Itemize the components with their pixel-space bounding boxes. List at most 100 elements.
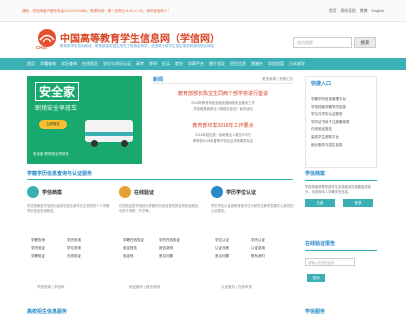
bus-illustration: [85, 120, 133, 142]
news-summary-line[interactable]: 2018年教育系统全面加强网络安全建设工作: [153, 100, 293, 105]
admissions-section-title: 高校招生信息服务: [27, 309, 68, 315]
top-link-home[interactable]: 首页: [329, 9, 337, 13]
nav-item-gangaotai[interactable]: 港澳台: [251, 61, 263, 67]
service-link[interactable]: 学籍验证: [31, 254, 67, 259]
nav-item-image-verify[interactable]: 图片验证: [209, 61, 225, 67]
search-input[interactable]: 站内搜索: [293, 37, 352, 48]
service-link[interactable]: 学历验证: [31, 246, 67, 251]
files-buttons: 注册 登录: [305, 199, 377, 208]
bus-wheel-icon: [121, 140, 128, 147]
quick-entry-item[interactable]: 高校学生资助平台: [311, 135, 350, 143]
service-link[interactable]: 常见问题: [159, 254, 195, 259]
register-button[interactable]: 注册: [305, 199, 335, 208]
service-link[interactable]: 学位认证: [215, 238, 251, 243]
top-link-english[interactable]: English: [372, 9, 384, 13]
top-link-weibo[interactable]: 微博: [360, 9, 368, 13]
nav-item-zhengbing[interactable]: 征兵: [162, 61, 170, 67]
service-link[interactable]: 学位查询: [67, 246, 103, 251]
quick-entry-item[interactable]: 学位与学历认证服务: [311, 112, 350, 120]
search-button[interactable]: 搜索: [354, 37, 376, 48]
nav-item-xueli[interactable]: 学历查询: [61, 61, 77, 67]
notice-text: 通知：学信网客户服务电话010-67410388，受理时间：周一至周五 8:30…: [22, 9, 171, 13]
service-links: 学籍查询 学历查询 学历验证 学位查询 学籍验证 在线验证: [31, 238, 103, 259]
service-link[interactable]: 学籍在线验证: [123, 238, 159, 243]
quick-entry-item[interactable]: 在线验证报告: [311, 127, 350, 135]
nav-item-cert[interactable]: 学位与学历认证: [103, 61, 131, 67]
service-links: 学籍在线验证 学历在线验证 验证报告 报告说明 验证码 常见问题: [123, 238, 195, 259]
service-link[interactable]: 学历查询: [67, 238, 103, 243]
service-link[interactable]: 学历在线验证: [159, 238, 195, 243]
service-link[interactable]: 学历认证: [251, 238, 287, 243]
logo-text: CHSI: [36, 45, 47, 50]
news-headline-2[interactable]: 教育部印发2018年工作要点: [153, 122, 293, 129]
service-link[interactable]: 认证流程: [215, 246, 251, 251]
quick-entry-item[interactable]: 就业服务与招生信息: [311, 143, 350, 151]
news-summary-line[interactable]: 学信网受邀参加《网络安全法》宣传活动: [153, 106, 293, 111]
service-title[interactable]: 在线验证: [134, 189, 154, 196]
online-verify-title: 在线验证报告: [305, 241, 336, 247]
banner-title: 安全家: [35, 82, 80, 101]
verify-query-button[interactable]: 查询: [307, 274, 325, 282]
files-divider: [305, 180, 377, 181]
banner-subtitle: 职场安全早班车: [35, 106, 78, 112]
online-verify-panel: 在线验证报告 请输入在线验证码 查询: [305, 240, 377, 304]
site-title: 中国高等教育学生信息网（学信网）: [60, 34, 220, 45]
service-desc: 学历学位认证是教育部学位与研究生教育发展中心提供的认证服务。: [211, 204, 294, 213]
promo-banner[interactable]: 安全家 职场安全早班车 立即报名 安全家 职场安全早班车: [27, 76, 142, 164]
news-headline[interactable]: 教育部部长陈宝生同两个部学校进行座谈: [153, 90, 293, 97]
nav-item-zhaosheng[interactable]: 招生信息: [230, 61, 246, 67]
nav-item-japan[interactable]: 日本留学: [289, 61, 305, 67]
nav-item-gaokao[interactable]: 高考: [136, 61, 144, 67]
service-title[interactable]: 学信档案: [42, 189, 62, 196]
service-links: 学位认证 学历认证 认证流程 认证费用 常见问题 联系我们: [215, 238, 287, 259]
service-link[interactable]: 认证费用: [251, 246, 287, 251]
service-column-dangan: 学信档案 学信档案是学信网为高校在校生和毕业生提供的个人学籍学历信息查询服务。 …: [27, 186, 113, 296]
online-divider: [305, 250, 377, 251]
news-title: 新闻: [153, 77, 164, 83]
news-panel: 新闻 更多新闻 | 专题汇总 教育部部长陈宝生同两个部学校进行座谈 2018年教…: [153, 76, 293, 176]
nav-item-verify[interactable]: 在线验证: [82, 61, 98, 67]
nav-item-xueji[interactable]: 学籍查询: [40, 61, 56, 67]
service-link[interactable]: 联系我们: [251, 254, 287, 259]
service-link[interactable]: 报告说明: [159, 246, 195, 251]
files-panel: 学信档案 学信档案是教育部学生信息服务的重要组成部分，可查询本人学籍学历信息。 …: [305, 170, 377, 234]
service-footer[interactable]: 认证服务 | 在线申请: [221, 285, 252, 290]
service-column-verify: 在线验证 在线验证是学信网为学籍学历信息提供的在线验证服务，可用于求职、升学等。…: [119, 186, 205, 296]
service-link[interactable]: 在线验证: [67, 254, 103, 259]
top-link-sitemap[interactable]: 网站导航: [341, 9, 356, 13]
service-title[interactable]: 学历学位认证: [226, 189, 256, 196]
services-title: 学籍学历信息查询与认证服务: [27, 171, 93, 177]
service-link[interactable]: 常见问题: [215, 254, 251, 259]
quick-entry-item[interactable]: 学籍学历信息管理平台: [311, 97, 350, 105]
service-link[interactable]: 验证报告: [123, 246, 159, 251]
news-summary-line[interactable]: 教育部2018年春季开学后召开新闻发布会: [153, 138, 293, 143]
nav-item-xuezhi[interactable]: 学职平台: [188, 61, 204, 67]
banner-footer: 安全家 职场安全早班车: [33, 152, 69, 156]
nav-item-kaoyan[interactable]: 考研: [149, 61, 157, 67]
service-desc: 在线验证是学信网为学籍学历信息提供的在线验证服务，可用于求职、升学等。: [119, 204, 202, 213]
service-footer[interactable]: 学信档案 | 学信网: [37, 285, 64, 290]
news-summary-line[interactable]: 2018年招生统一高考报名人数达975万: [153, 132, 293, 137]
nav-item-home[interactable]: 首页: [27, 61, 35, 67]
service-column-cert: 学历学位认证 学历学位认证是教育部学位与研究生教育发展中心提供的认证服务。 学位…: [211, 186, 297, 296]
login-button[interactable]: 登录: [343, 199, 373, 208]
files-desc: 学信档案是教育部学生信息服务的重要组成部分，可查询本人学籍学历信息。: [305, 185, 371, 194]
nav-item-dangan[interactable]: 学信档案: [268, 61, 284, 67]
services-section-title: 学信服务: [305, 309, 326, 315]
services-section: 学籍学历信息查询与认证服务 学信档案 学信档案是学信网为高校在校生和毕业生提供的…: [27, 170, 293, 304]
verify-code-input[interactable]: 请输入在线验证码: [305, 258, 355, 266]
main-nav: 首页 学籍查询 学历查询 在线验证 学位与学历认证 高考 考研 征兵 就业 学职…: [0, 58, 406, 70]
top-links: 首页 网站导航 微博 English: [326, 9, 384, 14]
quick-entry-list: 学籍学历信息管理平台 学信档案学籍学历信息 学位与学历认证服务 学历证书电子注册…: [311, 97, 350, 150]
quick-entry-panel: 快捷入口 学籍学历信息管理平台 学信档案学籍学历信息 学位与学历认证服务 学历证…: [305, 76, 377, 168]
service-link[interactable]: 学籍查询: [31, 238, 67, 243]
service-desc: 学信档案是学信网为高校在校生和毕业生提供的个人学籍学历信息查询服务。: [27, 204, 110, 213]
news-more-link[interactable]: 更多新闻 | 专题汇总: [262, 77, 293, 82]
nav-item-jiuye[interactable]: 就业: [175, 61, 183, 67]
service-footer[interactable]: 验证服务 | 报告说明: [129, 285, 160, 290]
site-subtitle: 教育部学历查询网站、教育部高校招生阳光工程指定网站、全国硕士研究生招生报名和调剂…: [60, 44, 214, 48]
service-link[interactable]: 验证码: [123, 254, 159, 259]
document-icon: [27, 186, 39, 198]
section-divider: [27, 179, 293, 180]
banner-signup-button[interactable]: 立即报名: [39, 120, 67, 129]
